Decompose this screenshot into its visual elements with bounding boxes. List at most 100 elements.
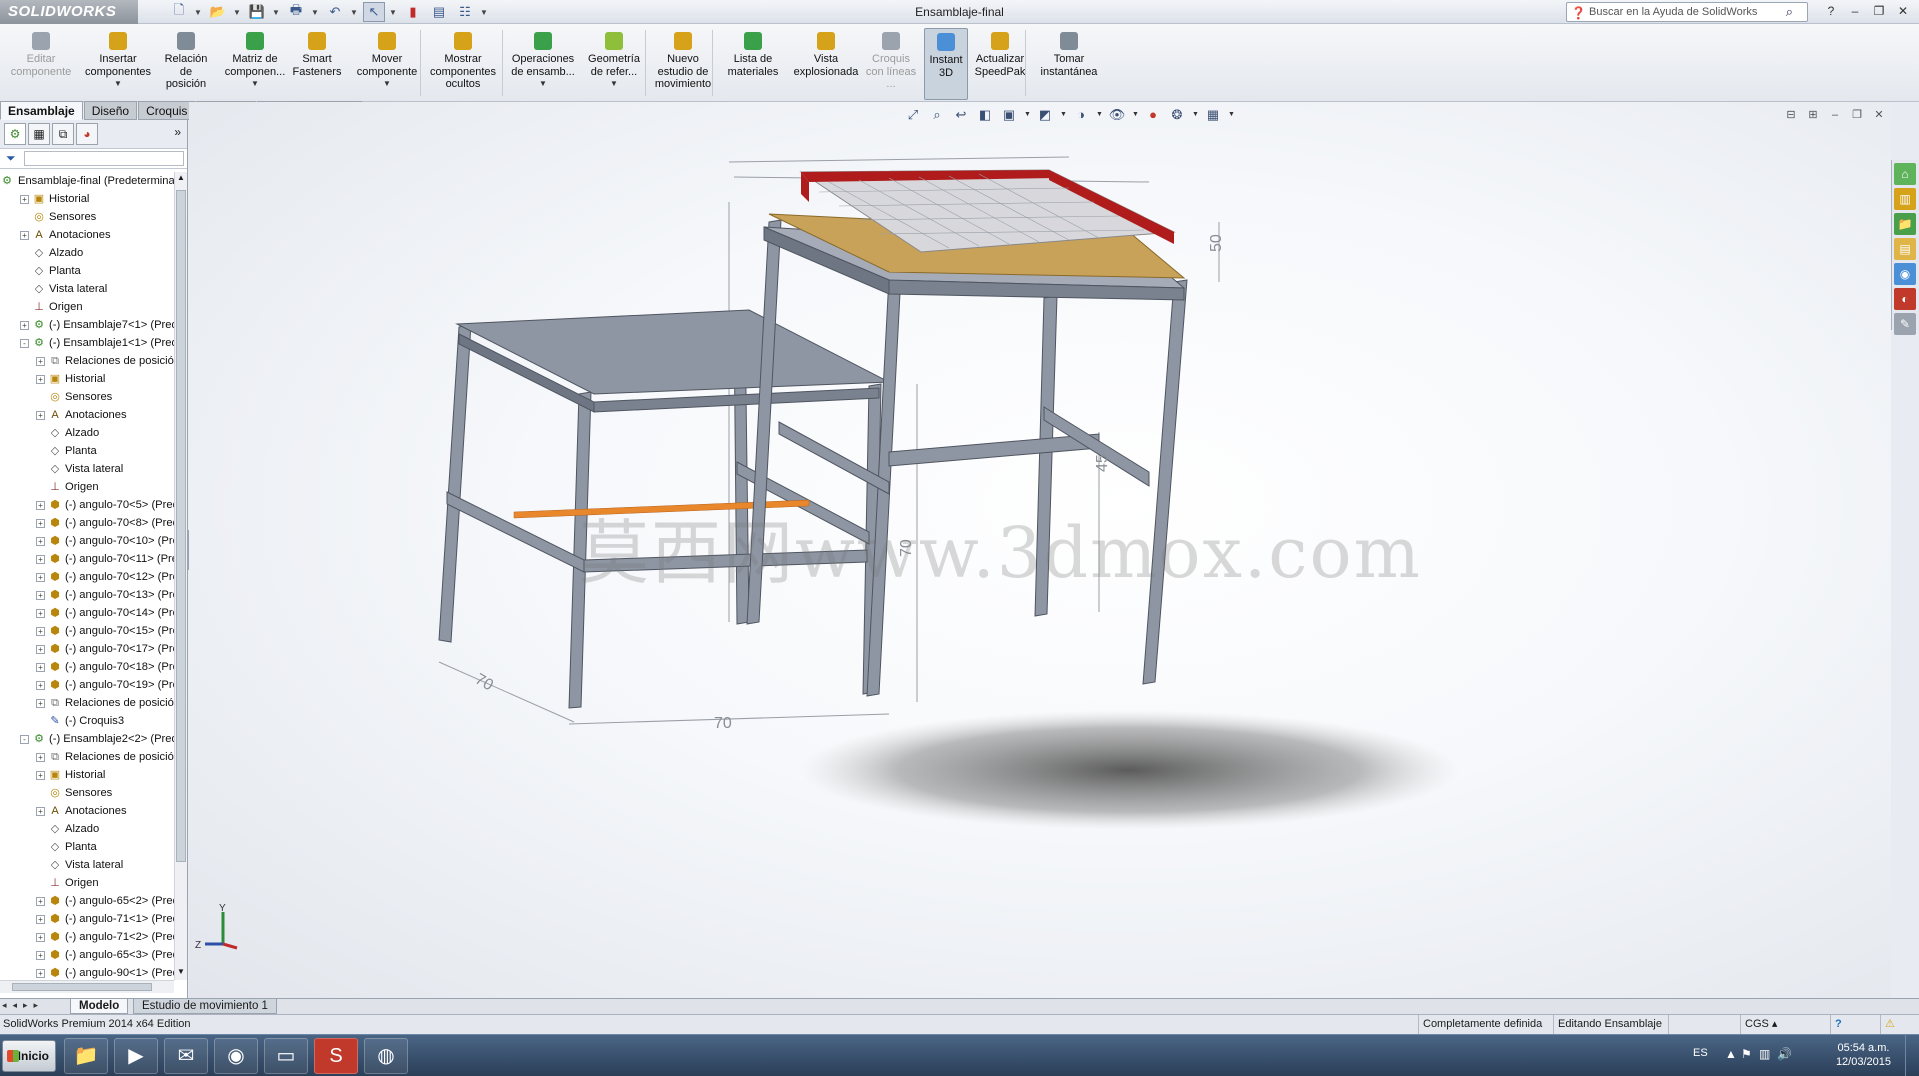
command-button[interactable]: Croquis con líneas ... xyxy=(865,28,917,100)
expand-icon[interactable]: + xyxy=(36,645,45,654)
tree-node[interactable]: + ⬢ (-) angulo-70<18> (Pre xyxy=(0,658,174,676)
expand-icon[interactable]: + xyxy=(36,969,45,978)
tree-node[interactable]: ◇ Alzado xyxy=(0,820,174,838)
viewport-close-icon[interactable]: ✕ xyxy=(1871,108,1887,122)
units-selector[interactable]: CGS ▴ xyxy=(1740,1015,1781,1035)
chevron-down-icon[interactable]: ▼ xyxy=(350,2,359,22)
chevron-down-icon[interactable]: ▼ xyxy=(1060,106,1067,124)
tree-node[interactable]: + ⬢ (-) angulo-70<12> (Pre xyxy=(0,568,174,586)
rebuild-status-icon[interactable]: ⚠ xyxy=(1880,1015,1899,1035)
terminal-icon[interactable]: ▭ xyxy=(264,1038,308,1074)
expand-icon[interactable]: + xyxy=(20,195,29,204)
close-button[interactable]: ✕ xyxy=(1893,2,1913,20)
restore-button[interactable]: ❐ xyxy=(1869,2,1889,20)
tree-node[interactable]: ◇ Vista lateral xyxy=(0,460,174,478)
chevron-right-icon[interactable]: » xyxy=(174,125,181,139)
open-folder-icon[interactable]: 📂 xyxy=(207,2,229,22)
command-button[interactable]: Vista explosionada xyxy=(790,28,862,100)
chevron-down-icon[interactable]: ▼ xyxy=(1228,106,1235,124)
viewport-tile-icon[interactable]: ⊞ xyxy=(1805,108,1821,122)
chevron-down-icon[interactable]: ▼ xyxy=(1096,106,1103,124)
zoom-to-fit-icon[interactable]: ⤢ xyxy=(904,106,922,124)
command-button[interactable]: Operaciones de ensamb... ▼ xyxy=(508,28,578,100)
save-icon[interactable]: 💾 xyxy=(246,2,268,22)
tree-node[interactable]: ◎ Sensores xyxy=(0,388,174,406)
tree-node[interactable]: + ⧉ Relaciones de posición e xyxy=(0,748,174,766)
tree-node[interactable]: + ⬢ (-) angulo-70<11> (Pre xyxy=(0,550,174,568)
help-search-input[interactable]: ❓ Buscar en la Ayuda de SolidWorks ⌕ xyxy=(1566,2,1808,22)
scrollbar-thumb[interactable] xyxy=(176,190,186,862)
configuration-manager-tab-icon[interactable]: ⧉ xyxy=(52,123,74,145)
tree-node[interactable]: ◎ Sensores xyxy=(0,784,174,802)
tree-node[interactable]: + ⬢ (-) angulo-70<8> (Pred xyxy=(0,514,174,532)
tree-node[interactable]: + ⬢ (-) angulo-70<5> (Pred xyxy=(0,496,174,514)
filter-input[interactable] xyxy=(24,151,184,166)
display-manager-tab-icon[interactable]: ◕ xyxy=(76,123,98,145)
tab-model[interactable]: Modelo xyxy=(70,999,129,1014)
expand-icon[interactable]: + xyxy=(36,537,45,546)
chevron-down-icon[interactable]: ▼ xyxy=(80,78,156,91)
show-desktop-button[interactable] xyxy=(1905,1035,1919,1076)
tree-node[interactable]: + ⬢ (-) angulo-65<3> (Pred xyxy=(0,946,174,964)
tree-node[interactable]: ◎ Sensores xyxy=(0,208,174,226)
command-button[interactable]: Editar componente xyxy=(6,28,76,100)
expand-icon[interactable]: + xyxy=(36,501,45,510)
tree-node[interactable]: ⊥ Origen xyxy=(0,478,174,496)
chevron-down-icon[interactable]: ▼ xyxy=(1192,106,1199,124)
language-indicator[interactable]: ES xyxy=(1693,1047,1708,1059)
tree-horizontal-scrollbar[interactable] xyxy=(0,980,174,993)
tree-node[interactable]: ◇ Vista lateral xyxy=(0,280,174,298)
expand-icon[interactable]: + xyxy=(20,321,29,330)
tree-node[interactable]: ⊥ Origen xyxy=(0,874,174,892)
chevron-down-icon[interactable]: ▼ xyxy=(222,78,288,91)
chevron-down-icon[interactable]: ▼ xyxy=(349,78,425,91)
command-tab[interactable]: Croquis xyxy=(138,101,196,120)
expand-icon[interactable]: + xyxy=(36,681,45,690)
design-library-icon[interactable]: ▥ xyxy=(1894,188,1916,210)
minimize-button[interactable]: – xyxy=(1845,2,1865,20)
tray-expand-icon[interactable]: ▲ xyxy=(1725,1047,1737,1061)
tree-node[interactable]: + ⬢ (-) angulo-70<10> (Pre xyxy=(0,532,174,550)
expand-icon[interactable]: + xyxy=(36,807,45,816)
edit-appearance-icon[interactable]: ● xyxy=(1144,106,1162,124)
tree-node[interactable]: ◇ Planta xyxy=(0,262,174,280)
select-pointer-icon[interactable]: ↖ xyxy=(363,2,385,22)
tab-navigation-icon[interactable]: ◂◂▸▸ xyxy=(2,1000,44,1011)
volume-icon[interactable]: 🔊 xyxy=(1777,1047,1792,1061)
expand-icon[interactable]: + xyxy=(36,573,45,582)
command-button[interactable]: Nuevo estudio de movimiento xyxy=(652,28,714,100)
chrome-icon[interactable]: ◉ xyxy=(214,1038,258,1074)
viewport-split-icon[interactable]: ⊟ xyxy=(1783,108,1799,122)
tree-node[interactable]: ⊥ Origen xyxy=(0,298,174,316)
expand-icon[interactable]: + xyxy=(36,897,45,906)
command-button[interactable]: Geometría de refer... ▼ xyxy=(584,28,644,100)
command-button[interactable]: Insertar componentes ▼ xyxy=(80,28,156,100)
tree-node[interactable]: + A Anotaciones xyxy=(0,406,174,424)
appearances-icon[interactable]: ◉ xyxy=(1894,263,1916,285)
tree-node[interactable]: + ⬢ (-) angulo-90<1> (Pred xyxy=(0,964,174,980)
tree-node[interactable]: + ⚙ (-) Ensamblaje7<1> (Prede xyxy=(0,316,174,334)
assembly-model[interactable]: 70 70 70 50 45 xyxy=(189,102,1891,998)
chevron-down-icon[interactable]: ▼ xyxy=(233,2,242,22)
chevron-down-icon[interactable]: ▼ xyxy=(480,2,489,22)
expand-icon[interactable]: + xyxy=(36,753,45,762)
expand-icon[interactable]: + xyxy=(36,357,45,366)
tree-node[interactable]: + ⬢ (-) angulo-70<15> (Pre xyxy=(0,622,174,640)
previous-view-icon[interactable]: ↩ xyxy=(952,106,970,124)
expand-icon[interactable]: + xyxy=(36,591,45,600)
mail-icon[interactable]: ✉ xyxy=(164,1038,208,1074)
tree-node[interactable]: + ⬢ (-) angulo-70<13> (Pre xyxy=(0,586,174,604)
help-icon[interactable]: ? xyxy=(1821,2,1841,20)
tree-node[interactable]: + ▣ Historial xyxy=(0,190,174,208)
tree-node[interactable]: ◇ Alzado xyxy=(0,424,174,442)
tree-node[interactable]: ◇ Planta xyxy=(0,838,174,856)
explorer-icon[interactable]: 📁 xyxy=(64,1038,108,1074)
tree-node[interactable]: + ⧉ Relaciones de posición xyxy=(0,694,174,712)
scroll-down-icon[interactable]: ▼ xyxy=(176,967,186,979)
tree-node[interactable]: ◇ Vista lateral xyxy=(0,856,174,874)
view-settings-icon[interactable]: ▦ xyxy=(1204,106,1222,124)
command-button[interactable]: Mostrar componentes ocultos xyxy=(427,28,499,100)
chevron-down-icon[interactable]: ▼ xyxy=(1132,106,1139,124)
expand-icon[interactable]: + xyxy=(36,663,45,672)
command-tab[interactable]: Diseño xyxy=(83,101,138,120)
